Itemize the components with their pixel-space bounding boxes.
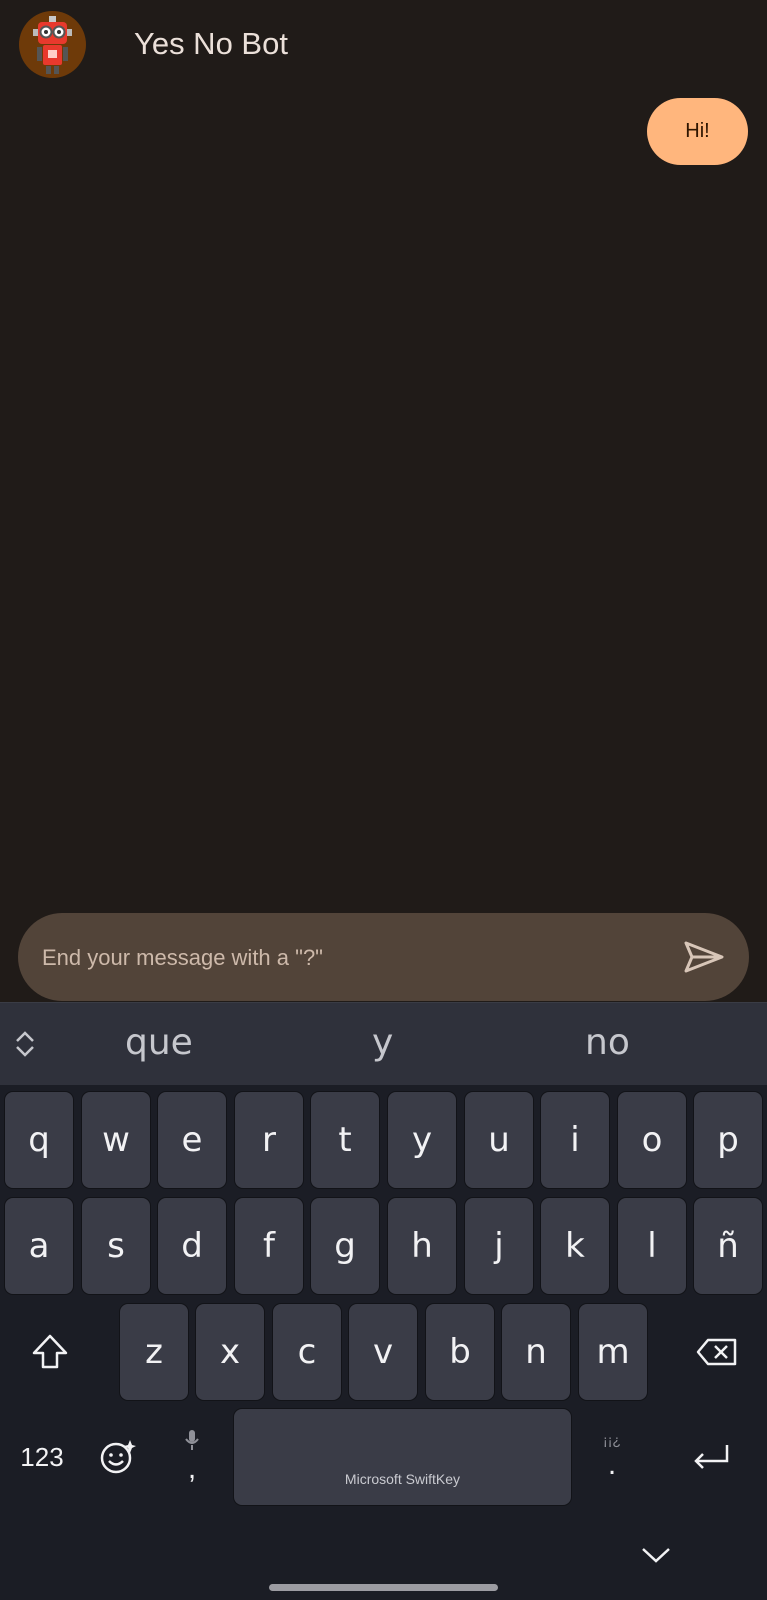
key-p[interactable]: p xyxy=(694,1092,762,1188)
enter-icon xyxy=(694,1445,729,1469)
shift-key[interactable] xyxy=(20,1304,80,1400)
emoji-key[interactable] xyxy=(94,1409,142,1505)
key-i[interactable]: i xyxy=(541,1092,609,1188)
key-u[interactable]: u xyxy=(465,1092,533,1188)
send-button[interactable] xyxy=(681,935,727,979)
punctuation-hint: ¡¡¿ xyxy=(603,1432,621,1448)
app-title: Yes No Bot xyxy=(134,26,288,61)
message-composer xyxy=(18,913,749,1001)
shift-icon xyxy=(32,1334,68,1369)
chevron-down-icon xyxy=(642,1548,670,1563)
comma-key[interactable]: , xyxy=(170,1409,214,1505)
key-q[interactable]: q xyxy=(5,1092,73,1188)
key-e[interactable]: e xyxy=(158,1092,226,1188)
message-input[interactable] xyxy=(40,935,644,981)
send-icon xyxy=(684,941,724,973)
period-key[interactable]: ¡¡¿ . xyxy=(592,1409,632,1505)
on-screen-keyboard: que y no q w e r t y u i o p a s d f g h… xyxy=(0,1002,767,1600)
emoji-icon xyxy=(100,1440,136,1474)
key-z[interactable]: z xyxy=(120,1304,188,1400)
key-o[interactable]: o xyxy=(618,1092,686,1188)
key-h[interactable]: h xyxy=(388,1198,456,1294)
space-bar-label: Microsoft SwiftKey xyxy=(344,1471,461,1487)
robot-avatar-icon xyxy=(19,11,86,78)
enter-key[interactable] xyxy=(688,1409,734,1505)
key-n[interactable]: n xyxy=(502,1304,570,1400)
key-d[interactable]: d xyxy=(158,1198,226,1294)
key-k[interactable]: k xyxy=(541,1198,609,1294)
key-n-tilde[interactable]: ñ xyxy=(694,1198,762,1294)
expand-toolbar-button[interactable] xyxy=(12,1029,38,1059)
suggestion-2[interactable]: y xyxy=(372,1021,393,1065)
key-v[interactable]: v xyxy=(349,1304,417,1400)
key-c[interactable]: c xyxy=(273,1304,341,1400)
key-y[interactable]: y xyxy=(388,1092,456,1188)
comma-label: , xyxy=(187,1452,197,1485)
numbers-key[interactable]: 123 xyxy=(12,1409,72,1505)
period-label: . xyxy=(607,1448,617,1481)
space-bar[interactable]: Microsoft SwiftKey xyxy=(234,1409,571,1505)
key-g[interactable]: g xyxy=(311,1198,379,1294)
user-message-bubble: Hi! xyxy=(647,98,748,165)
backspace-key[interactable] xyxy=(690,1304,744,1400)
key-r[interactable]: r xyxy=(235,1092,303,1188)
key-a[interactable]: a xyxy=(5,1198,73,1294)
expand-icon xyxy=(16,1031,34,1057)
microphone-icon xyxy=(185,1430,199,1450)
backspace-icon xyxy=(696,1338,737,1366)
key-l[interactable]: l xyxy=(618,1198,686,1294)
key-w[interactable]: w xyxy=(82,1092,150,1188)
key-j[interactable]: j xyxy=(465,1198,533,1294)
suggestion-3[interactable]: no xyxy=(585,1021,630,1065)
key-f[interactable]: f xyxy=(235,1198,303,1294)
key-s[interactable]: s xyxy=(82,1198,150,1294)
key-b[interactable]: b xyxy=(426,1304,494,1400)
key-m[interactable]: m xyxy=(579,1304,647,1400)
suggestion-bar: que y no xyxy=(0,1002,767,1085)
key-t[interactable]: t xyxy=(311,1092,379,1188)
key-x[interactable]: x xyxy=(196,1304,264,1400)
gesture-navigation-bar[interactable] xyxy=(269,1584,498,1591)
suggestion-1[interactable]: que xyxy=(125,1021,193,1065)
app-bar: Yes No Bot xyxy=(0,0,767,92)
hide-keyboard-button[interactable] xyxy=(636,1540,676,1570)
